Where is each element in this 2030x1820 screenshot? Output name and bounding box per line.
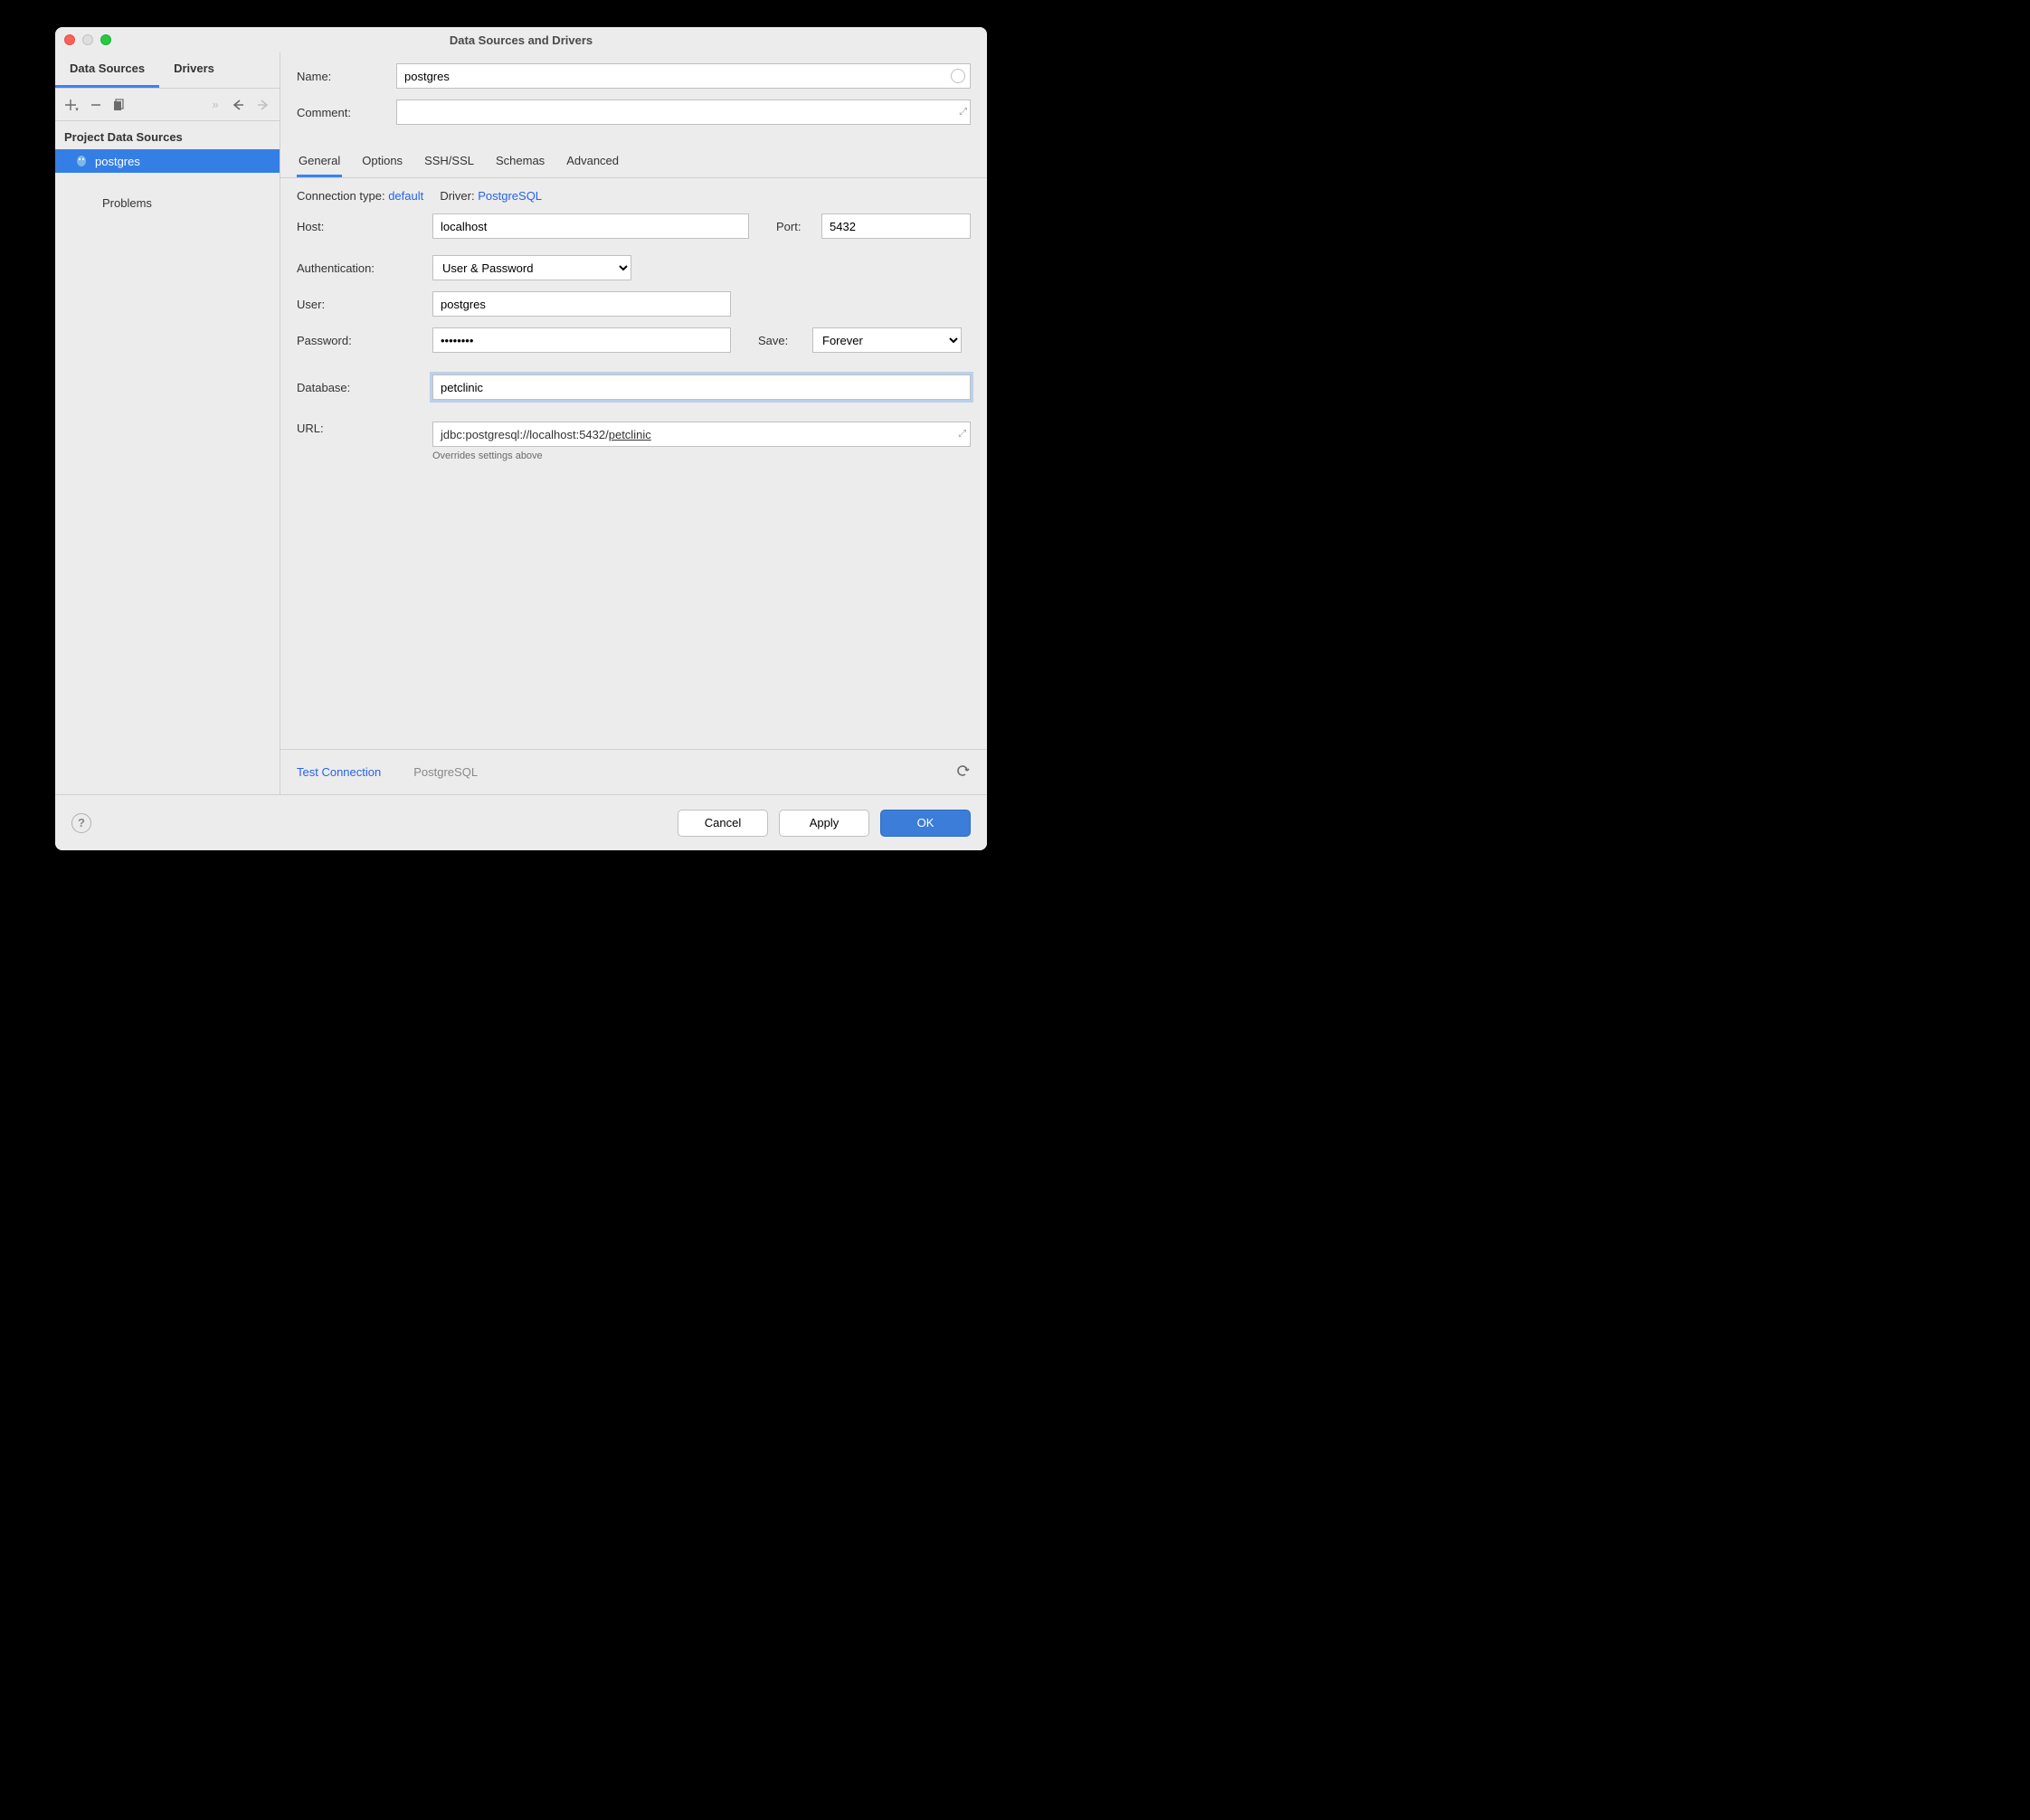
- dialog-footer: ? Cancel Apply OK: [55, 794, 987, 850]
- auth-select[interactable]: User & Password: [432, 255, 631, 280]
- tab-options[interactable]: Options: [360, 148, 404, 177]
- host-input[interactable]: [432, 213, 749, 239]
- comment-label: Comment:: [297, 106, 396, 119]
- database-input[interactable]: [432, 374, 971, 400]
- save-label: Save:: [758, 334, 812, 347]
- tab-drivers[interactable]: Drivers: [159, 52, 229, 88]
- copy-icon[interactable]: [109, 95, 129, 115]
- conn-type-link[interactable]: default: [388, 189, 423, 203]
- auth-label: Authentication:: [297, 261, 432, 275]
- sidebar-toolbar: ▾ »: [55, 89, 280, 121]
- connection-info: Connection type: default Driver: Postgre…: [280, 178, 987, 213]
- inner-tabs: General Options SSH/SSL Schemas Advanced: [280, 141, 987, 178]
- chevrons-icon[interactable]: »: [205, 95, 225, 115]
- driver-link[interactable]: PostgreSQL: [478, 189, 542, 203]
- test-connection-link[interactable]: Test Connection: [297, 765, 381, 779]
- url-note: Overrides settings above: [432, 450, 971, 461]
- url-label: URL:: [297, 422, 432, 435]
- port-input[interactable]: [821, 213, 971, 239]
- url-value-prefix[interactable]: jdbc:postgresql://localhost:5432/: [441, 428, 609, 441]
- database-label: Database:: [297, 381, 432, 394]
- minimize-window-button[interactable]: [82, 34, 93, 45]
- tab-advanced[interactable]: Advanced: [564, 148, 621, 177]
- help-icon[interactable]: ?: [71, 813, 91, 833]
- url-expand-icon[interactable]: ⤢: [958, 429, 966, 441]
- dialog-window: Data Sources and Drivers Data Sources Dr…: [55, 27, 987, 850]
- conn-type-label: Connection type:: [297, 189, 385, 203]
- user-label: User:: [297, 298, 432, 311]
- main-panel: Name: Comment: ⤢ General Options: [280, 52, 987, 794]
- add-icon[interactable]: ▾: [62, 95, 82, 115]
- undo-icon[interactable]: [954, 763, 971, 782]
- save-select[interactable]: Forever: [812, 327, 962, 353]
- name-input[interactable]: [396, 63, 971, 89]
- user-input[interactable]: [432, 291, 731, 317]
- remove-icon[interactable]: [86, 95, 106, 115]
- window-title: Data Sources and Drivers: [55, 33, 987, 47]
- driver-name: PostgreSQL: [413, 765, 478, 779]
- close-window-button[interactable]: [64, 34, 75, 45]
- color-picker-icon[interactable]: [951, 69, 965, 83]
- sidebar-item-label: postgres: [95, 155, 140, 168]
- sidebar: Data Sources Drivers ▾ » Project Data So…: [55, 52, 280, 794]
- forward-arrow-icon[interactable]: [252, 95, 272, 115]
- test-bar: Test Connection PostgreSQL: [280, 749, 987, 794]
- host-label: Host:: [297, 220, 432, 233]
- tab-schemas[interactable]: Schemas: [494, 148, 546, 177]
- sidebar-section-project: Project Data Sources: [55, 121, 280, 149]
- tab-data-sources[interactable]: Data Sources: [55, 52, 159, 88]
- driver-label: Driver:: [440, 189, 474, 203]
- postgres-icon: [75, 155, 88, 167]
- url-value-suffix[interactable]: petclinic: [609, 428, 651, 441]
- name-label: Name:: [297, 70, 396, 83]
- tab-sshssl[interactable]: SSH/SSL: [422, 148, 476, 177]
- window-controls: [64, 34, 111, 45]
- expand-icon[interactable]: ⤢: [959, 107, 967, 118]
- port-label: Port:: [776, 220, 821, 233]
- comment-input[interactable]: [396, 100, 971, 125]
- tab-general[interactable]: General: [297, 148, 342, 177]
- titlebar: Data Sources and Drivers: [55, 27, 987, 52]
- password-label: Password:: [297, 334, 432, 347]
- zoom-window-button[interactable]: [100, 34, 111, 45]
- password-input[interactable]: [432, 327, 731, 353]
- problems-label: Problems: [102, 196, 152, 210]
- sidebar-tabs: Data Sources Drivers: [55, 52, 280, 89]
- ok-button[interactable]: OK: [880, 810, 971, 837]
- sidebar-item-postgres[interactable]: postgres: [55, 149, 280, 173]
- sidebar-item-problems[interactable]: Problems: [55, 191, 280, 214]
- back-arrow-icon[interactable]: [229, 95, 249, 115]
- apply-button[interactable]: Apply: [779, 810, 869, 837]
- cancel-button[interactable]: Cancel: [678, 810, 768, 837]
